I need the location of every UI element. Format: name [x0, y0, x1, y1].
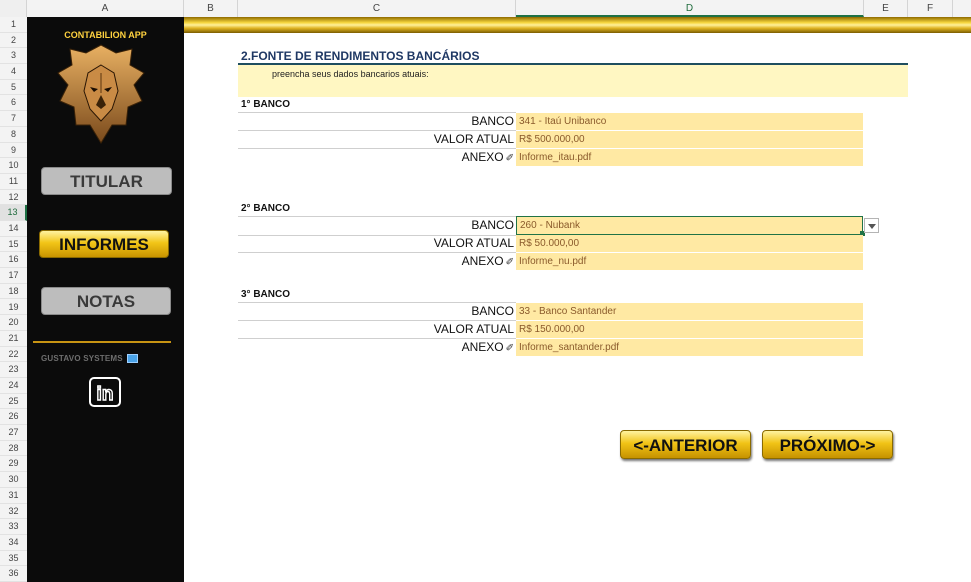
- bank-1-attachment-label: ANEXO ✐: [462, 150, 514, 164]
- row-header-13[interactable]: 13: [0, 205, 27, 222]
- column-header-a[interactable]: A: [27, 0, 184, 17]
- row-header-18[interactable]: 18: [0, 284, 27, 300]
- page-title: 2.FONTE DE RENDIMENTOS BANCÁRIOS: [241, 49, 480, 63]
- row-header-3[interactable]: 3: [0, 48, 27, 65]
- bank-3-attachment-field[interactable]: Informe_santander.pdf: [516, 339, 863, 356]
- select-all-corner[interactable]: [0, 0, 27, 17]
- row-divider: [238, 216, 516, 217]
- row-header-11[interactable]: 11: [0, 174, 27, 190]
- bank-1-attachment-field[interactable]: Informe_itau.pdf: [516, 149, 863, 166]
- row-divider: [238, 252, 516, 253]
- bank-3-bank-label: BANCO: [471, 304, 514, 318]
- column-header-e[interactable]: E: [864, 0, 908, 17]
- row-header-30[interactable]: 30: [0, 472, 27, 488]
- bank-1-bank-field[interactable]: 341 - Itaú Unibanco: [516, 113, 863, 130]
- sidebar: CONTABILION APP TITULAR INFORMES NOTAS G…: [27, 17, 184, 582]
- row-header-16[interactable]: 16: [0, 252, 27, 269]
- row-header-33[interactable]: 33: [0, 519, 27, 535]
- row-divider: [238, 112, 516, 113]
- row-header-5[interactable]: 5: [0, 80, 27, 96]
- nav-button-informes[interactable]: INFORMES: [39, 230, 169, 258]
- row-header-28[interactable]: 28: [0, 441, 27, 457]
- row-header-20[interactable]: 20: [0, 315, 27, 331]
- attachment-label-text: ANEXO: [461, 254, 504, 268]
- app-title: CONTABILION APP: [64, 30, 147, 40]
- paperclip-icon[interactable]: ✐: [506, 257, 514, 268]
- row-header-34[interactable]: 34: [0, 535, 27, 551]
- row-header-24[interactable]: 24: [0, 378, 27, 394]
- row-header-31[interactable]: 31: [0, 488, 27, 504]
- bank-3-value-label: VALOR ATUAL: [433, 322, 514, 336]
- row-header-bar: 1 2 3 4 5 6 7 8 9 10 11 12 13 14 15 16 17 18 19 20 21 22 23 24 2…: [0, 17, 28, 582]
- column-header-b[interactable]: B: [184, 0, 238, 17]
- bank-1-heading: 1° BANCO: [241, 99, 291, 110]
- row-header-10[interactable]: 10: [0, 158, 27, 174]
- footer-brand-text: GUSTAVO SYSTEMS: [41, 354, 123, 363]
- lion-logo: [57, 44, 145, 144]
- nav-button-notas[interactable]: NOTAS: [41, 287, 171, 315]
- header-gold-band: [184, 17, 971, 33]
- row-header-15[interactable]: 15: [0, 237, 27, 253]
- row-header-14[interactable]: 14: [0, 221, 27, 237]
- row-divider: [238, 130, 516, 131]
- paperclip-icon[interactable]: ✐: [506, 153, 514, 164]
- column-header-d[interactable]: D: [516, 0, 864, 17]
- dropdown-arrow-icon[interactable]: [864, 218, 879, 233]
- hint-text: preencha seus dados bancarios atuais:: [272, 69, 429, 79]
- attachment-label-text: ANEXO: [461, 150, 504, 164]
- row-header-19[interactable]: 19: [0, 300, 27, 316]
- row-header-29[interactable]: 29: [0, 456, 27, 473]
- bank-3-value-field[interactable]: R$ 150.000,00: [516, 321, 863, 338]
- linkedin-icon-text: in: [97, 384, 114, 405]
- row-header-25[interactable]: 25: [0, 394, 27, 410]
- attachment-label-text: ANEXO: [461, 340, 504, 354]
- next-button[interactable]: PRÓXIMO->: [762, 430, 893, 459]
- row-header-22[interactable]: 22: [0, 347, 27, 363]
- row-header-1[interactable]: 1: [0, 17, 27, 33]
- bank-2-value-label: VALOR ATUAL: [433, 236, 514, 250]
- row-header-35[interactable]: 35: [0, 551, 27, 567]
- bank-2-attachment-field[interactable]: Informe_nu.pdf: [516, 253, 863, 270]
- column-header-c[interactable]: C: [238, 0, 516, 17]
- bank-1-value-label: VALOR ATUAL: [433, 132, 514, 146]
- row-header-8[interactable]: 8: [0, 127, 27, 143]
- row-header-36[interactable]: 36: [0, 566, 27, 582]
- bank-2-bank-field[interactable]: 260 - Nubank: [516, 216, 863, 235]
- footer-brand: GUSTAVO SYSTEMS: [41, 354, 139, 364]
- computer-icon: [127, 354, 139, 364]
- row-divider: [238, 302, 516, 303]
- row-header-32[interactable]: 32: [0, 504, 27, 520]
- paperclip-icon[interactable]: ✐: [506, 343, 514, 354]
- bank-2-attachment-label: ANEXO ✐: [462, 254, 514, 268]
- nav-button-titular[interactable]: TITULAR: [41, 167, 172, 195]
- row-divider: [238, 338, 516, 339]
- row-header-23[interactable]: 23: [0, 362, 27, 378]
- row-header-2[interactable]: 2: [0, 33, 27, 49]
- row-header-4[interactable]: 4: [0, 64, 27, 80]
- row-header-9[interactable]: 9: [0, 143, 27, 159]
- row-header-26[interactable]: 26: [0, 409, 27, 426]
- sidebar-divider: [33, 341, 171, 343]
- bank-2-heading: 2° BANCO: [241, 203, 291, 214]
- row-header-6[interactable]: 6: [0, 95, 27, 112]
- row-divider: [238, 320, 516, 321]
- row-header-17[interactable]: 17: [0, 268, 27, 284]
- bank-3-heading: 3° BANCO: [241, 289, 291, 300]
- row-header-12[interactable]: 12: [0, 190, 27, 206]
- bank-2-bank-label: BANCO: [471, 218, 514, 232]
- column-header-bar: A B C D E F: [0, 0, 971, 18]
- row-header-27[interactable]: 27: [0, 425, 27, 441]
- row-header-7[interactable]: 7: [0, 111, 27, 127]
- bank-2-value-field[interactable]: R$ 50.000,00: [516, 235, 863, 252]
- bank-1-value-field[interactable]: R$ 500.000,00: [516, 131, 863, 148]
- bank-3-bank-field[interactable]: 33 - Banco Santander: [516, 303, 863, 320]
- column-header-f[interactable]: F: [908, 0, 953, 17]
- previous-button[interactable]: <-ANTERIOR: [620, 430, 751, 459]
- bank-3-attachment-label: ANEXO ✐: [462, 340, 514, 354]
- linkedin-icon[interactable]: in: [89, 377, 121, 407]
- row-header-21[interactable]: 21: [0, 331, 27, 347]
- bank-1-bank-label: BANCO: [471, 114, 514, 128]
- row-divider: [238, 148, 516, 149]
